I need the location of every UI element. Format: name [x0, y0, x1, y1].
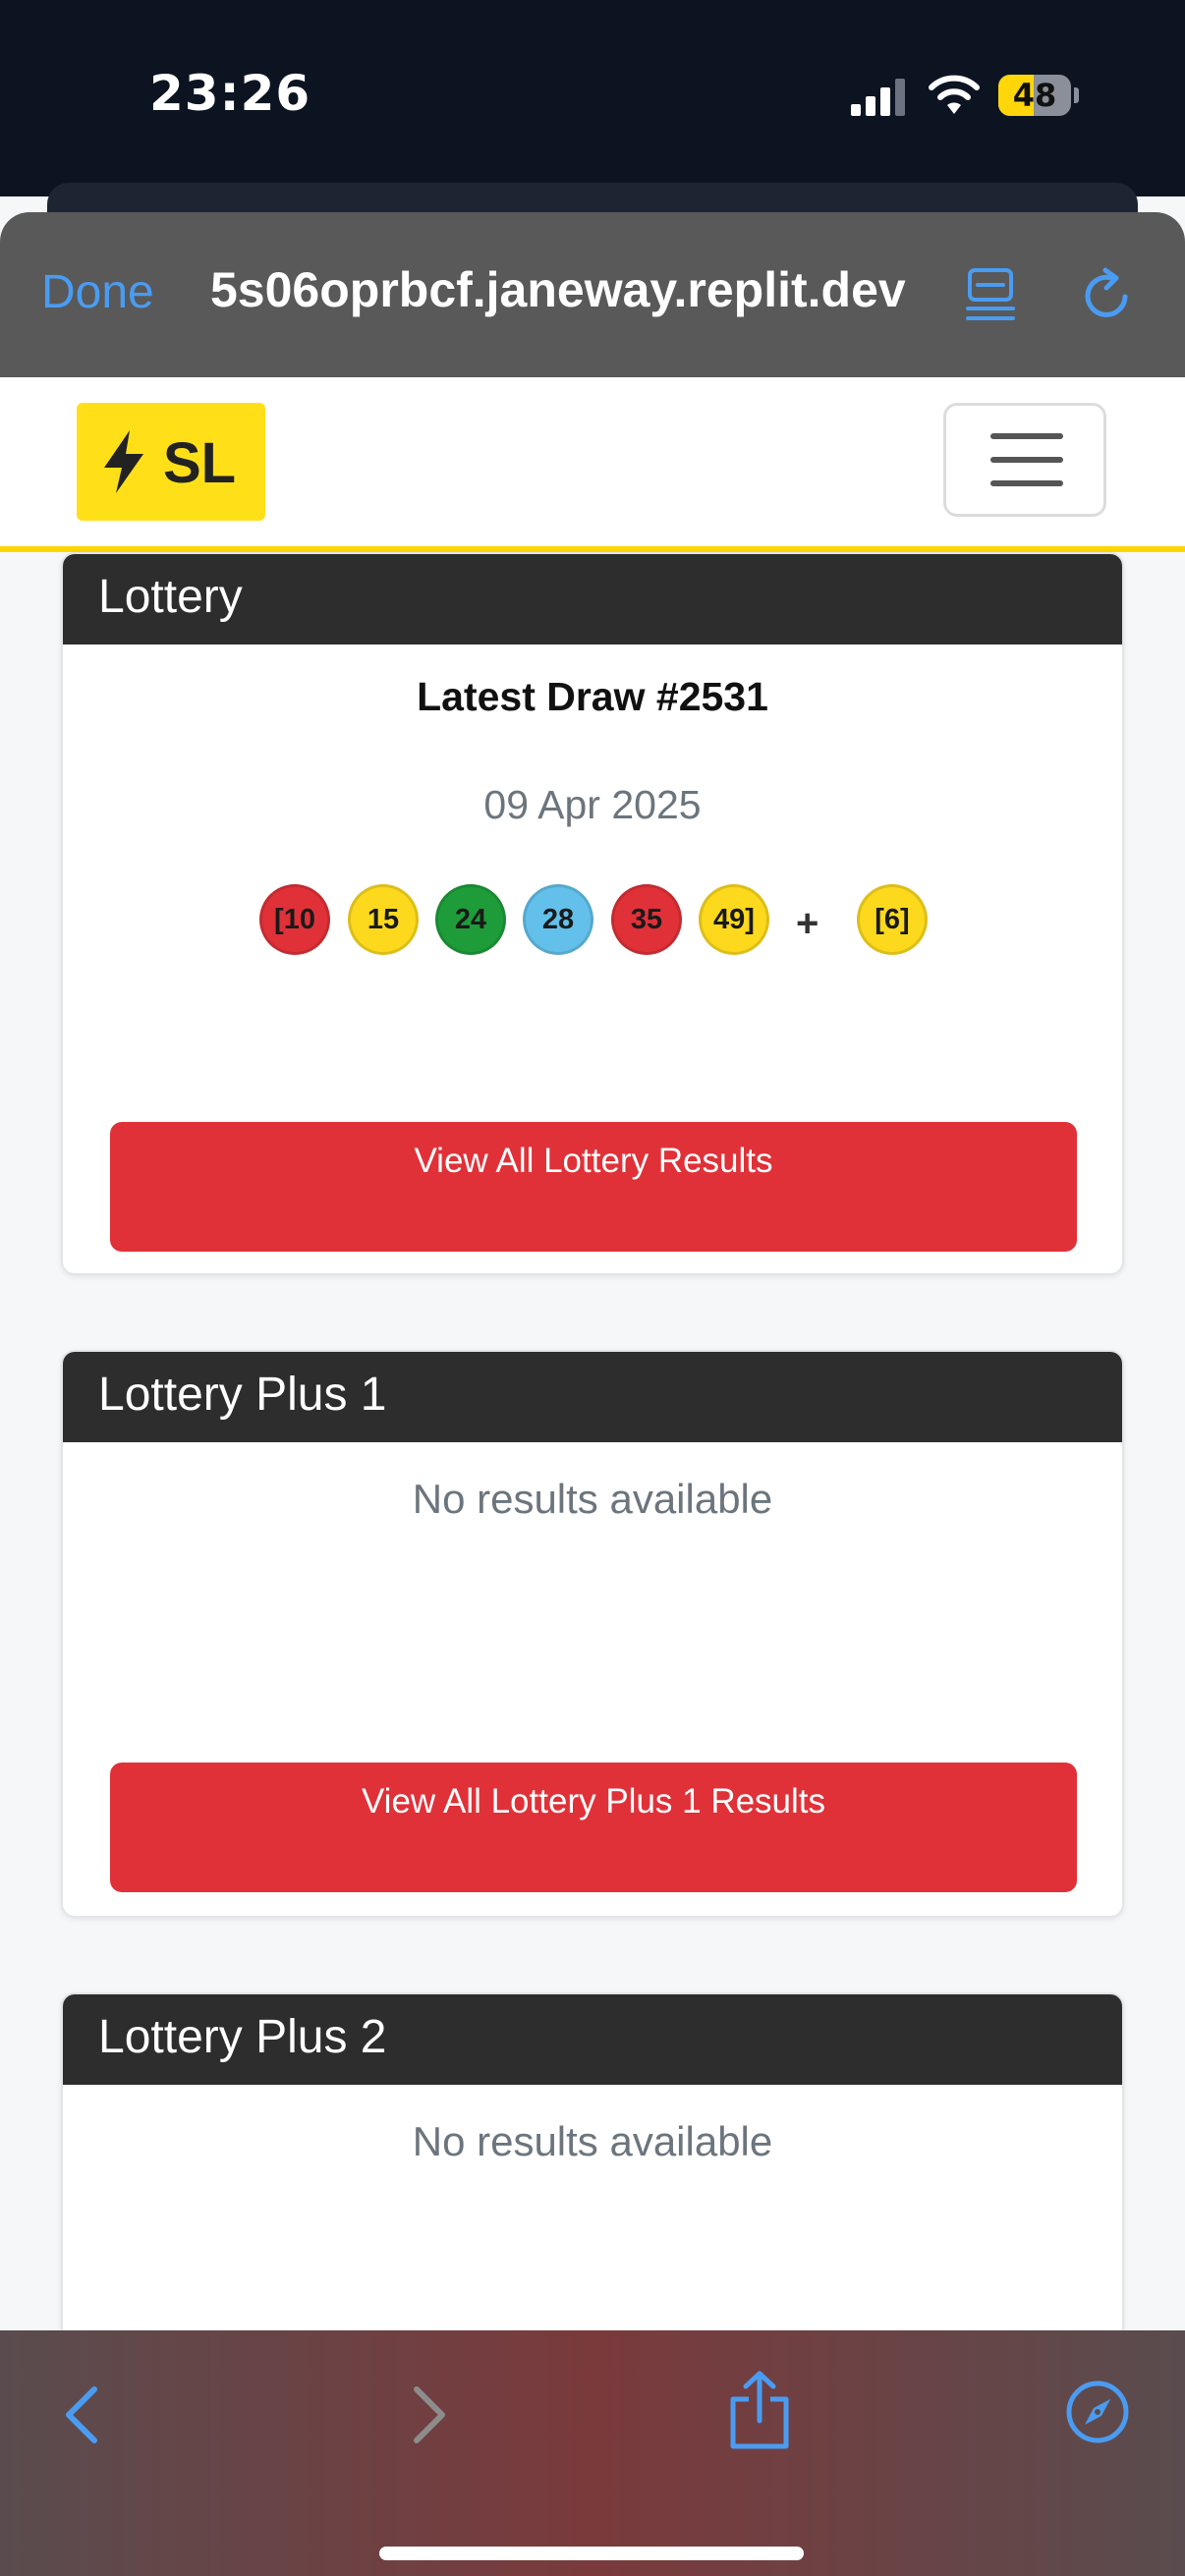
status-time: 23:26: [149, 65, 311, 122]
back-icon[interactable]: [59, 2383, 108, 2446]
compass-icon[interactable]: [1065, 2380, 1130, 2444]
lottery-ball: 28: [523, 884, 593, 955]
lottery-ball: 24: [435, 884, 506, 955]
reload-icon[interactable]: [1079, 267, 1136, 324]
browser-toolbar: Done 5s06oprbcf.janeway.replit.dev: [0, 212, 1185, 377]
brand-text: SL: [163, 431, 237, 495]
reader-icon[interactable]: [965, 267, 1016, 322]
site-header: SL: [0, 377, 1185, 552]
browser-bottom-bar: [0, 2330, 1185, 2576]
card-title: Lottery Plus 2: [98, 2011, 387, 2063]
menu-line: [990, 480, 1063, 486]
card-header: Lottery Plus 2: [63, 1994, 1122, 2085]
battery-tip: [1074, 87, 1079, 103]
lottery-card: Lottery Latest Draw #2531 09 Apr 2025 [1…: [61, 552, 1124, 1275]
menu-line: [990, 433, 1063, 439]
status-bar: 23:26 48: [0, 0, 1185, 196]
battery-level: 48: [1012, 77, 1057, 114]
home-indicator: [379, 2547, 804, 2560]
wifi-icon: [929, 75, 980, 114]
bolt-icon: [104, 430, 143, 493]
done-button[interactable]: Done: [41, 265, 154, 319]
brand-logo[interactable]: SL: [77, 403, 265, 521]
lottery-ball: [10: [259, 884, 330, 955]
card-title: Lottery: [98, 571, 243, 623]
draw-title: Latest Draw #2531: [417, 674, 768, 719]
card-title: Lottery Plus 1: [98, 1369, 387, 1421]
plus-sign: +: [796, 902, 819, 945]
view-all-lottery-results-button[interactable]: View All Lottery Results: [110, 1122, 1077, 1252]
battery-body: 48: [998, 75, 1071, 116]
lottery-ball: 15: [348, 884, 419, 955]
share-icon[interactable]: [727, 2370, 792, 2450]
menu-toggle-button[interactable]: [943, 403, 1106, 517]
menu-line: [990, 457, 1063, 463]
view-all-lottery-plus-1-results-button[interactable]: View All Lottery Plus 1 Results: [110, 1763, 1077, 1892]
bonus-ball: [6]: [857, 884, 928, 955]
url-field[interactable]: 5s06oprbcf.janeway.replit.dev: [210, 261, 933, 318]
card-header: Lottery Plus 1: [63, 1352, 1122, 1442]
no-results-message: No results available: [412, 1476, 773, 1522]
lottery-plus-2-card: Lottery Plus 2 No results available: [61, 1992, 1124, 2385]
no-results-message: No results available: [412, 2118, 773, 2164]
card-header: Lottery: [63, 554, 1122, 644]
balls-row: [10 15 24 28 35 49] + [6]: [63, 884, 1122, 963]
lottery-ball: 49]: [699, 884, 769, 955]
signal-icon: [851, 79, 905, 116]
draw-date: 09 Apr 2025: [483, 782, 702, 827]
battery-icon: 48: [998, 75, 1079, 116]
lottery-plus-1-card: Lottery Plus 1 No results available View…: [61, 1350, 1124, 1918]
forward-icon[interactable]: [403, 2383, 452, 2446]
lottery-ball: 35: [611, 884, 682, 955]
